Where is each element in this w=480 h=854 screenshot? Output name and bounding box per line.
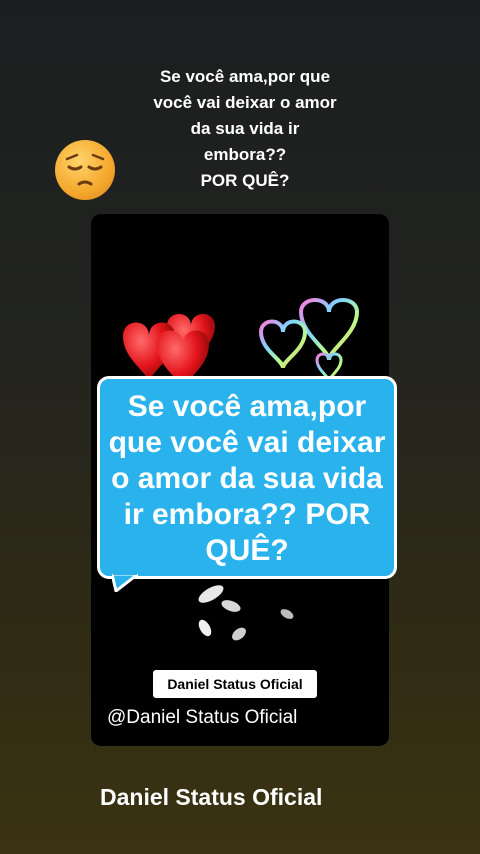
caption-line: embora?? — [203, 145, 287, 164]
caption-line: POR QUÊ? — [200, 171, 290, 190]
bubble-line: ir embora?? POR — [123, 498, 371, 531]
watermark: @Daniel Status Oficial — [107, 707, 298, 728]
caption-line: Se você ama,por que — [159, 67, 331, 86]
pensive-face-icon — [55, 140, 115, 200]
speech-bubble: Se você ama,por que você vai deixar o am… — [97, 376, 397, 579]
bubble-hearts-icon — [258, 298, 360, 383]
bubble-line: Se você ama,por — [127, 390, 367, 423]
name-tag: Daniel Status Oficial — [153, 670, 317, 698]
caption-line: você vai deixar o amor — [153, 93, 337, 112]
bubble-line: o amor da sua vida — [111, 462, 383, 495]
bubble-line: QUÊ? — [205, 534, 289, 567]
post-caption: Se você ama,por que você vai deixar o am… — [120, 64, 370, 194]
bubble-text: Se você ama,por que você vai deixar o am… — [100, 389, 394, 569]
caption-line: da sua vida ir — [190, 119, 300, 138]
speech-bubble-tail — [112, 574, 138, 592]
bubble-line: que você vai deixar — [108, 426, 386, 459]
feathers-icon — [198, 585, 294, 641]
author-name[interactable]: Daniel Status Oficial — [100, 782, 322, 812]
